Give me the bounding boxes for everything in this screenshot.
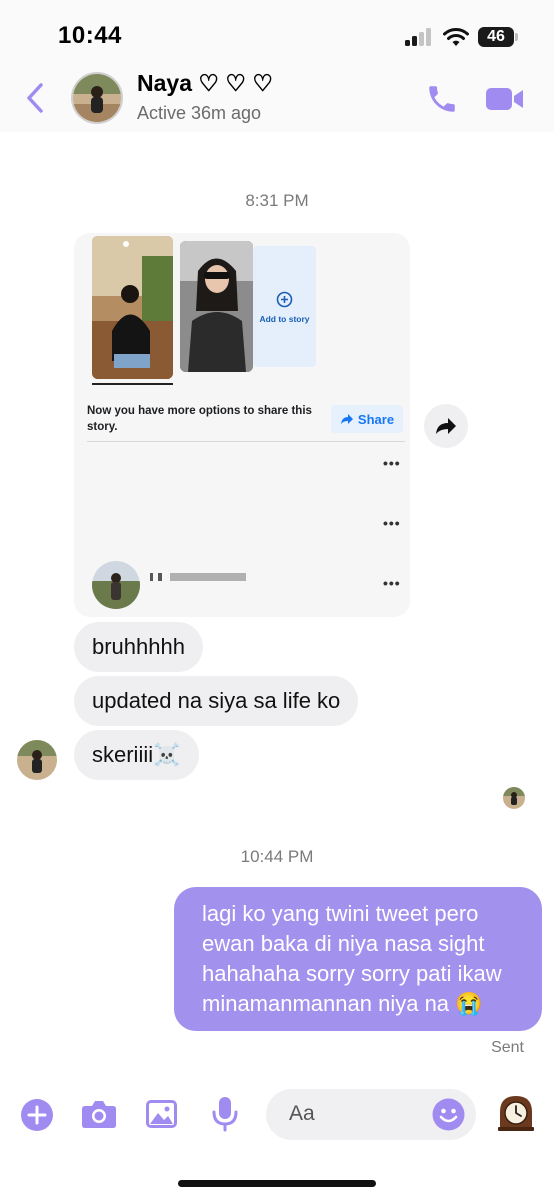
battery-indicator: 46: [478, 27, 514, 47]
contact-avatar[interactable]: [71, 72, 123, 124]
more-options-icon[interactable]: •••: [383, 515, 401, 531]
more-options-icon[interactable]: •••: [383, 455, 401, 471]
message-bubble-outgoing[interactable]: lagi ko yang twini tweet pero ewan baka …: [174, 887, 542, 1031]
read-receipt-avatar: [503, 787, 525, 809]
cellular-signal-icon: [405, 28, 433, 46]
forward-arrow-icon: [436, 418, 456, 434]
video-camera-icon[interactable]: [485, 85, 525, 113]
divider: [87, 441, 405, 442]
contact-name[interactable]: Naya ♡ ♡ ♡: [137, 70, 273, 97]
redacted-username: [150, 573, 246, 581]
profile-avatar: [92, 561, 140, 609]
more-options-icon[interactable]: •••: [383, 575, 401, 591]
share-prompt-text: Now you have more options to share this …: [87, 405, 312, 433]
timestamp: 10:44 PM: [240, 847, 314, 866]
share-arrow-icon: [340, 414, 353, 424]
add-to-story-label: Add to story: [259, 314, 310, 324]
message-bubble-incoming[interactable]: skeriiii☠️: [74, 730, 199, 780]
chevron-left-icon[interactable]: [24, 82, 46, 114]
emoji-icon[interactable]: [432, 1098, 465, 1131]
phone-icon[interactable]: [425, 82, 459, 116]
gallery-icon[interactable]: [145, 1099, 178, 1129]
battery-tip: [515, 33, 518, 41]
message-input-placeholder: Aa: [289, 1102, 315, 1125]
active-status: Active 36m ago: [137, 103, 262, 123]
story-thumbnail-underline: [92, 383, 173, 385]
home-indicator: [178, 1180, 376, 1187]
add-to-story-tile[interactable]: Add to story: [253, 246, 316, 367]
shared-story-card[interactable]: Add to story Now you have more options t…: [74, 233, 410, 617]
forward-button[interactable]: [424, 404, 468, 448]
message-bubble-incoming[interactable]: bruhhhhh: [74, 622, 203, 672]
sent-status: Sent: [491, 1039, 524, 1056]
status-time: 10:44: [58, 22, 122, 49]
clock-sticker-icon[interactable]: [496, 1094, 536, 1132]
wifi-icon: [443, 28, 469, 46]
microphone-icon[interactable]: [212, 1096, 238, 1132]
share-button[interactable]: Share: [331, 405, 403, 433]
sender-avatar[interactable]: [17, 740, 57, 780]
camera-icon[interactable]: [81, 1099, 117, 1129]
add-circle-icon: [276, 291, 293, 308]
message-bubble-incoming[interactable]: updated na siya sa life ko: [74, 676, 359, 726]
story-thumbnail: [180, 241, 253, 372]
share-button-label: Share: [357, 411, 395, 427]
timestamp: 8:31 PM: [245, 191, 309, 210]
plus-icon[interactable]: [20, 1098, 54, 1132]
story-thumbnail: [92, 236, 173, 379]
